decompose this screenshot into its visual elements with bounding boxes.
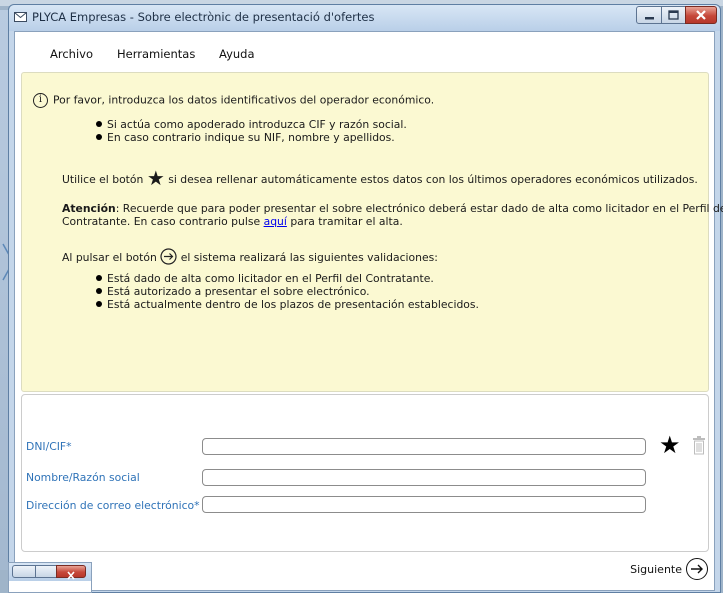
- star-icon: ★: [146, 166, 165, 190]
- menu-herramientas[interactable]: Herramientas: [117, 47, 195, 61]
- menu-archivo[interactable]: Archivo: [50, 47, 93, 61]
- info-icon: i: [33, 93, 48, 108]
- dni-cif-input[interactable]: [202, 438, 646, 455]
- form-panel: DNI/CIF* ★ Nombre/Razón social Dirección…: [21, 394, 709, 552]
- attention-line-2: Contratante. En caso contrario pulse aqu…: [62, 215, 403, 228]
- arrow-hint-prefix: Al pulsar el botón: [62, 251, 157, 264]
- maximize-icon: [668, 10, 679, 20]
- minimize-icon: [12, 565, 36, 578]
- name-input[interactable]: [202, 469, 646, 486]
- menu-bar: Archivo Herramientas Ayuda: [15, 32, 714, 70]
- bullet-item: Si actúa como apoderado introduzca CIF y…: [96, 118, 407, 131]
- second-window-fragment[interactable]: [8, 562, 92, 593]
- bullet-item: En caso contrario indique su NIF, nombre…: [96, 131, 395, 144]
- attention-line-1: Atención: Recuerde que para poder presen…: [62, 202, 723, 215]
- name-label: Nombre/Razón social: [26, 471, 140, 484]
- arrow-hint-suffix: el sistema realizará las siguientes vali…: [180, 251, 438, 264]
- bullet-item: Está dado de alta como licitador en el P…: [96, 272, 434, 285]
- attention-text-3: para tramitar el alta.: [290, 215, 403, 228]
- minimize-button[interactable]: [636, 6, 662, 24]
- arrow-hint-line: Al pulsar el botón el sistema realizará …: [62, 248, 438, 265]
- info-panel: i Por favor, introduzca los datos identif…: [21, 72, 723, 392]
- window-content: Archivo Herramientas Ayuda i Por favor, i…: [14, 31, 723, 591]
- maximize-button[interactable]: [661, 6, 686, 24]
- main-window: PLYCA Empresas - Sobre electrònic de pre…: [8, 4, 723, 593]
- title-bar[interactable]: PLYCA Empresas - Sobre electrònic de pre…: [9, 5, 720, 31]
- star-hint-suffix: si desea rellenar automáticamente estos …: [168, 173, 698, 186]
- arrow-circle-icon: [160, 248, 177, 265]
- arrow-right-icon: [686, 558, 708, 580]
- email-label: Dirección de correo electrónico*: [26, 499, 200, 512]
- close-button[interactable]: [685, 6, 717, 24]
- attention-label: Atención: [62, 202, 116, 215]
- next-label: Siguiente: [630, 562, 682, 576]
- maximize-icon: [35, 565, 57, 578]
- attention-text-2: Contratante. En caso contrario pulse: [62, 215, 261, 228]
- close-icon: [696, 10, 706, 20]
- star-icon[interactable]: ★: [659, 431, 681, 459]
- attention-text: : Recuerde que para poder presentar el s…: [115, 202, 723, 215]
- close-icon: [56, 565, 86, 580]
- window-title: PLYCA Empresas - Sobre electrònic de pre…: [32, 10, 375, 24]
- register-link[interactable]: aquí: [264, 215, 287, 228]
- intro-text: Por favor, introduzca los datos identifi…: [53, 93, 435, 107]
- email-input[interactable]: [202, 496, 646, 513]
- dni-cif-label: DNI/CIF*: [26, 440, 72, 453]
- bullet-item: Está autorizado a presentar el sobre ele…: [96, 285, 370, 298]
- bullet-item: Está actualmente dentro de los plazos de…: [96, 298, 479, 311]
- trash-icon[interactable]: [692, 436, 706, 455]
- intro-line: i Por favor, introduzca los datos identif…: [33, 93, 434, 108]
- minimize-icon: [645, 17, 654, 20]
- menu-ayuda[interactable]: Ayuda: [219, 47, 255, 61]
- star-hint-prefix: Utilice el botón: [62, 173, 144, 186]
- star-hint-line: Utilice el botón ★ si desea rellenar aut…: [62, 166, 698, 190]
- next-button[interactable]: Siguiente: [630, 556, 708, 582]
- envelope-icon: [14, 12, 27, 22]
